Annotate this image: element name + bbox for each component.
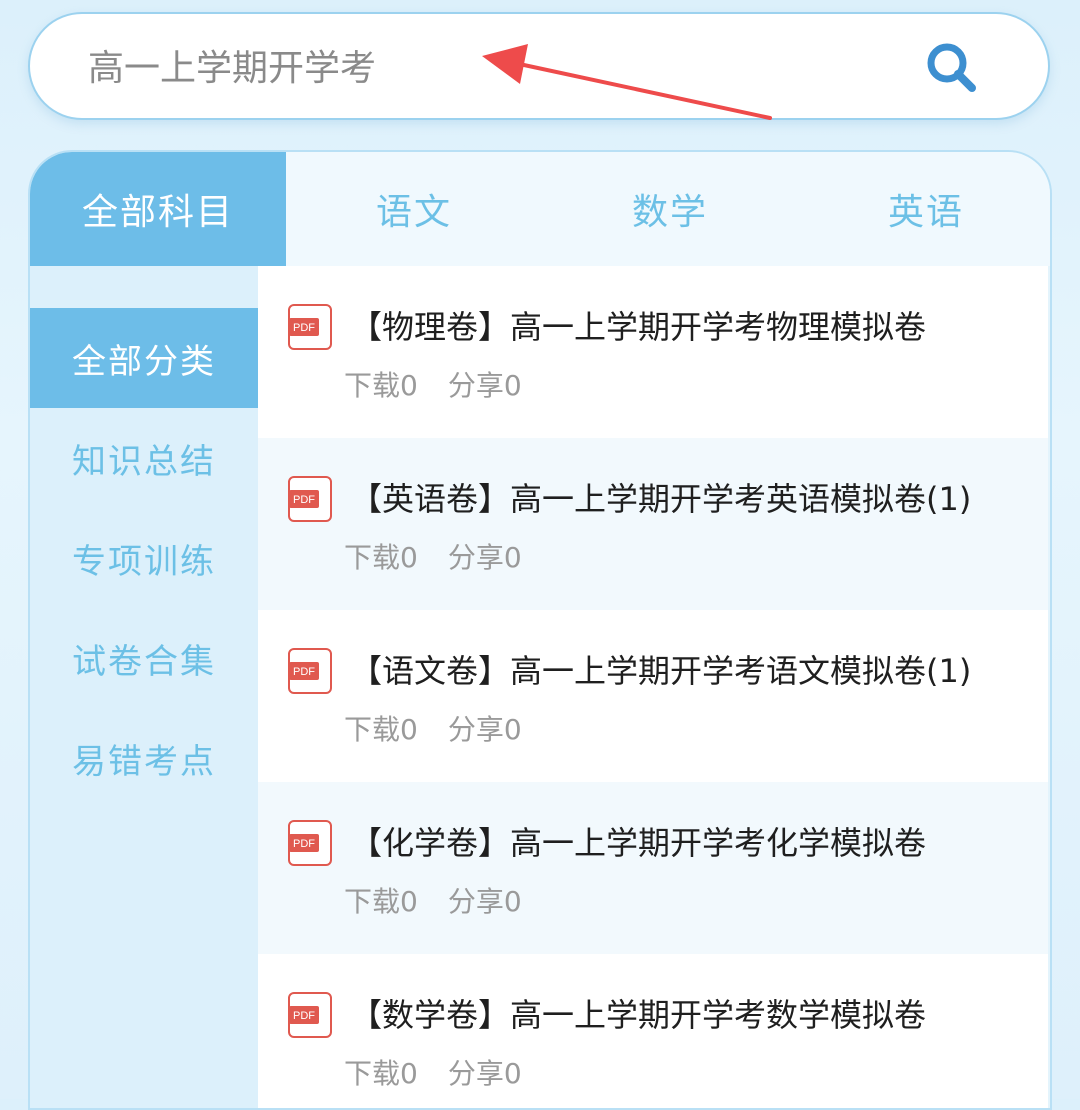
file-meta: 下载0 分享0 [344,536,522,576]
svg-text:PDF: PDF [293,666,315,678]
download-count: 下载0 [344,885,418,918]
share-count: 分享0 [447,541,522,574]
pdf-icon: PDF [288,648,332,694]
download-count: 下载0 [344,369,418,402]
file-list: PDF 【物理卷】高一上学期开学考物理模拟卷 下载0 分享0 PDF 【英语卷】高… [258,266,1048,1108]
svg-text:PDF: PDF [293,494,315,506]
file-title: 【英语卷】高一上学期开学考英语模拟卷(1) [350,480,972,518]
pdf-icon: PDF [288,304,332,350]
file-list-item[interactable]: PDF 【语文卷】高一上学期开学考语文模拟卷(1) 下载0 分享0 [258,610,1048,782]
share-count: 分享0 [447,713,522,746]
svg-text:PDF: PDF [293,322,315,334]
sidebar-item-paper-collection[interactable]: 试卷合集 [30,608,258,708]
sidebar-item-error-prone-points[interactable]: 易错考点 [30,708,258,808]
file-meta: 下载0 分享0 [344,708,522,748]
tab-english[interactable]: 英语 [798,152,1050,266]
share-count: 分享0 [447,369,522,402]
file-meta: 下载0 分享0 [344,880,522,920]
sidebar-item-all-categories[interactable]: 全部分类 [30,308,258,408]
search-icon [927,43,976,92]
file-list-item[interactable]: PDF 【物理卷】高一上学期开学考物理模拟卷 下载0 分享0 [258,266,1048,438]
category-sidebar: 全部分类 知识总结 专项训练 试卷合集 易错考点 [30,266,258,1108]
file-title: 【语文卷】高一上学期开学考语文模拟卷(1) [350,652,972,690]
search-bar[interactable] [28,12,1050,120]
file-list-item[interactable]: PDF 【数学卷】高一上学期开学考数学模拟卷 下载0 分享0 [258,954,1048,1108]
share-count: 分享0 [447,885,522,918]
download-count: 下载0 [344,541,418,574]
file-title: 【化学卷】高一上学期开学考化学模拟卷 [350,824,927,862]
share-count: 分享0 [447,1057,522,1090]
search-button[interactable] [922,38,982,98]
tab-math[interactable]: 数学 [542,152,798,266]
download-count: 下载0 [344,713,418,746]
file-list-item[interactable]: PDF 【英语卷】高一上学期开学考英语模拟卷(1) 下载0 分享0 [258,438,1048,610]
svg-text:PDF: PDF [293,1010,315,1022]
tab-all-subjects[interactable]: 全部科目 [30,152,286,266]
file-title: 【物理卷】高一上学期开学考物理模拟卷 [350,308,927,346]
pdf-icon: PDF [288,992,332,1038]
svg-text:PDF: PDF [293,838,315,850]
sidebar-item-special-training[interactable]: 专项训练 [30,508,258,608]
sidebar-item-knowledge-summary[interactable]: 知识总结 [30,408,258,508]
file-list-item[interactable]: PDF 【化学卷】高一上学期开学考化学模拟卷 下载0 分享0 [258,782,1048,954]
search-input[interactable] [86,36,870,100]
subject-tabs: 全部科目 语文 数学 英语 [30,152,1050,266]
content-panel: 全部科目 语文 数学 英语 全部分类 知识总结 专项训练 试卷合集 易错考点 P… [28,150,1052,1110]
pdf-icon: PDF [288,820,332,866]
file-title: 【数学卷】高一上学期开学考数学模拟卷 [350,996,927,1034]
pdf-icon: PDF [288,476,332,522]
file-meta: 下载0 分享0 [344,364,522,404]
download-count: 下载0 [344,1057,418,1090]
tab-chinese[interactable]: 语文 [286,152,542,266]
file-meta: 下载0 分享0 [344,1052,522,1092]
